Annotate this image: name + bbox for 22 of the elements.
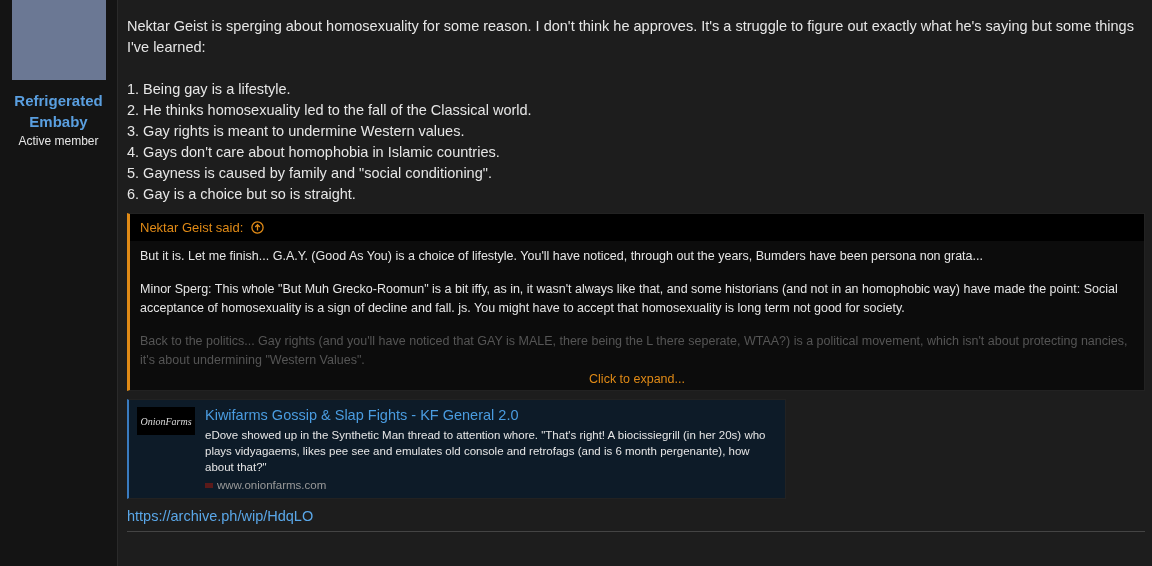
preview-description: eDove showed up in the Synthetic Man thread to attention whore. "That's right! A biocissiegrill (in her 20s) who plays vidyagaems, likes pee see and emulates old console and retrofags (and is 6 month pergenante), how about that?" <box>205 428 767 475</box>
list-item-text: 2. He thinks homosexuality led to the fall of the Classical world. <box>127 101 532 120</box>
username-link[interactable]: Refrigerated Embaby <box>8 90 109 132</box>
post-text: Nektar Geist is sperging about homosexuality for some reason. I don't think he approves. It's a struggle to figure out exactly what he's saying but some things I've learned: <box>127 17 1135 57</box>
preview-domain: www.onionfarms.com <box>217 479 327 491</box>
favicon-icon <box>205 482 213 488</box>
quote-author-link[interactable]: Nektar Geist said: <box>140 220 244 235</box>
expand-link[interactable]: Click to expand... <box>589 372 685 386</box>
faded-quote-text: Back to the politics... Gay rights (and you'll have noticed that GAY is MALE, there being the L there seperate, WTAA?) is a political movement, which isn't about protecting nancies, it's about undermining "Western Values". <box>140 333 1129 369</box>
preview-title-link[interactable]: Kiwifarms Gossip & Slap Fights - KF General 2.0 <box>205 407 777 423</box>
quote-text: Minor Sperg: This whole "But Muh Grecko-Roomun" is a bit iffy, as in, it wasn't always like that, and some historians (and not in an homophobic way) have made the point: Social acceptance of homosexuality is a sign of decline and fall. js. You might have to accept that homosexuality is long term not good for society. <box>140 281 1119 317</box>
list-item-text: 6. Gay is a choice but so is straight. <box>127 185 356 204</box>
link-preview-card[interactable] <box>127 399 786 499</box>
list-item-text: 1. Being gay is a lifestyle. <box>127 80 291 99</box>
site-logo: OnionFarms <box>137 407 195 435</box>
user-title: Active member <box>18 134 99 148</box>
list-item-text: 3. Gay rights is meant to undermine Western values. <box>127 122 465 141</box>
archive-link[interactable]: https://archive.ph/wip/HdqLO <box>127 508 314 524</box>
list-item-text: 4. Gays don't care about homophobia in Islamic countries. <box>127 143 500 162</box>
arrow-up-circle-icon[interactable] <box>251 221 265 234</box>
quote-text: But it is. Let me finish... G.A.Y. (Good As You) is a choice of lifestyle. You'll have noticed, through out the years, Bumders have been persona non grata... <box>140 248 984 265</box>
list-item-text: 5. Gayness is caused by family and "social conditioning". <box>127 164 492 183</box>
